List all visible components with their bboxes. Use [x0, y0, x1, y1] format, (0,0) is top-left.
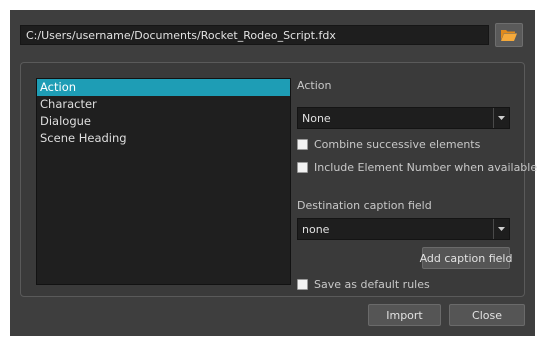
browse-button[interactable]: [495, 23, 523, 47]
action-label: Action: [297, 79, 332, 92]
destination-caption-label: Destination caption field: [297, 199, 432, 212]
chevron-down-icon: [493, 219, 509, 239]
list-item[interactable]: Action: [37, 79, 290, 96]
list-item[interactable]: Dialogue: [37, 113, 290, 130]
add-caption-field-button[interactable]: Add caption field: [420, 247, 512, 269]
rules-panel: Action Character Dialogue Scene Heading …: [20, 62, 537, 297]
save-default-rules-option[interactable]: Save as default rules: [297, 278, 430, 291]
file-path-field[interactable]: C:/Users/username/Documents/Rocket_Rodeo…: [20, 25, 489, 45]
save-default-rules-label: Save as default rules: [314, 278, 430, 291]
destination-caption-value: none: [302, 223, 330, 236]
script-elements-list[interactable]: Action Character Dialogue Scene Heading: [36, 78, 291, 285]
include-element-number-checkbox[interactable]: [297, 162, 308, 173]
combine-elements-checkbox[interactable]: [297, 139, 308, 150]
save-default-rules-checkbox[interactable]: [297, 279, 308, 290]
import-button[interactable]: Import: [368, 304, 441, 326]
chevron-down-icon: [493, 108, 509, 128]
folder-icon: [501, 30, 517, 41]
action-select[interactable]: None: [297, 107, 510, 129]
action-select-value: None: [302, 112, 331, 125]
import-script-dialog: C:/Users/username/Documents/Rocket_Rodeo…: [10, 10, 537, 336]
close-button[interactable]: Close: [449, 304, 525, 326]
destination-caption-select[interactable]: none: [297, 218, 510, 240]
include-element-number-option[interactable]: Include Element Number when available: [297, 161, 537, 174]
list-item[interactable]: Scene Heading: [37, 130, 290, 147]
combine-elements-label: Combine successive elements: [314, 138, 481, 151]
list-item[interactable]: Character: [37, 96, 290, 113]
include-element-number-label: Include Element Number when available: [314, 161, 538, 174]
combine-elements-option[interactable]: Combine successive elements: [297, 138, 480, 151]
